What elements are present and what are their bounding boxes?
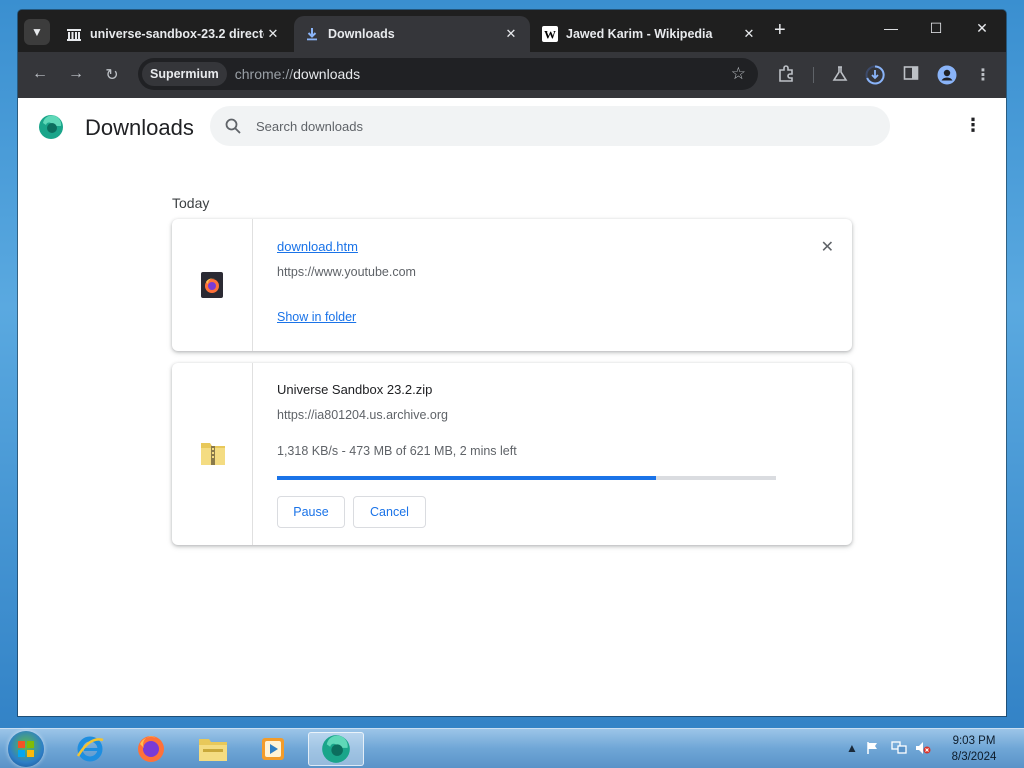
search-input[interactable] [256,118,816,134]
reload-icon[interactable]: ↻ [102,65,122,85]
more-options-icon[interactable]: ⋮ [964,116,982,134]
tab-downloads[interactable]: Downloads ✕ [294,16,530,52]
downloads-progress-icon[interactable] [865,65,885,90]
clock-date: 8/3/2024 [951,751,997,763]
start-button[interactable] [8,731,44,767]
download-item: Universe Sandbox 23.2.zip https://ia8012… [172,363,852,545]
tab-title: Jawed Karim - Wikipedia [566,27,713,41]
system-clock[interactable]: 9:03 PM 8/3/2024 [944,733,1004,765]
show-hidden-icons-icon[interactable]: ▲ [846,741,858,755]
supermium-logo-icon [38,114,64,140]
download-status: 1,318 KB/s - 473 MB of 621 MB, 2 mins le… [277,444,517,458]
maximize-button[interactable]: ☐ [924,20,948,37]
search-icon [224,117,242,135]
show-in-folder-link[interactable]: Show in folder [277,310,356,324]
search-bar[interactable] [210,106,890,146]
archive-icon [66,26,82,42]
svg-text:W: W [544,28,556,42]
firefox-html-file-icon [200,271,224,299]
tab-title: Downloads [328,27,395,41]
side-panel-icon[interactable] [901,65,921,86]
internet-explorer-icon[interactable] [62,732,118,766]
cancel-button[interactable]: Cancel [353,496,426,528]
network-icon[interactable] [891,741,907,758]
media-player-icon[interactable] [245,732,301,766]
profile-avatar-icon[interactable] [937,65,957,90]
new-tab-button[interactable]: + [774,20,786,40]
extensions-icon[interactable] [776,65,796,88]
address-bar[interactable]: Supermium chrome://downloads ☆ [138,58,758,90]
close-window-button[interactable]: ✕ [970,20,994,37]
firefox-icon[interactable] [123,732,179,766]
downloads-page: Downloads ⋮ Today download.htm https://w… [18,98,1006,716]
forward-icon[interactable]: → [66,65,86,83]
tab-wikipedia[interactable]: W Jawed Karim - Wikipedia ✕ [532,16,768,52]
minimize-button[interactable]: — [879,20,903,36]
tab-search-button[interactable]: ▼ [24,19,50,45]
date-group-label: Today [172,195,210,211]
browser-toolbar: ← → ↻ Supermium chrome://downloads ☆ ⋮ [18,52,1006,98]
source-url: https://www.youtube.com [277,265,416,279]
labs-flask-icon[interactable] [830,65,850,88]
profile-chip[interactable]: Supermium [142,62,227,86]
wikipedia-icon: W [542,26,558,42]
pause-button[interactable]: Pause [277,496,345,528]
file-name: Universe Sandbox 23.2.zip [277,382,433,397]
clock-time: 9:03 PM [952,735,996,747]
tab-archive[interactable]: universe-sandbox-23.2 directo ✕ [56,16,292,52]
back-icon[interactable]: ← [30,65,50,83]
volume-muted-icon[interactable] [915,741,931,758]
download-progress-bar [277,476,776,480]
download-icon [304,26,320,42]
file-name-link[interactable]: download.htm [277,239,358,254]
browser-window: ▼ universe-sandbox-23.2 directo ✕ Downlo… [18,10,1006,716]
progress-fill [277,476,657,480]
action-center-flag-icon[interactable] [866,741,880,758]
chevron-down-icon: ▼ [31,25,43,39]
close-icon[interactable]: ✕ [502,26,520,42]
download-item: download.htm https://www.youtube.com Sho… [172,219,852,351]
supermium-taskbar-icon[interactable] [308,732,364,766]
remove-item-close-icon[interactable]: ✕ [821,237,834,257]
browser-menu-icon[interactable]: ⋮ [973,65,993,85]
bookmark-star-icon[interactable]: ☆ [731,64,746,84]
taskbar: ▲ 9:03 PM 8/3/2024 [0,728,1024,768]
zip-folder-icon [200,439,225,467]
source-url: https://ia801204.us.archive.org [277,408,448,422]
tab-strip: ▼ universe-sandbox-23.2 directo ✕ Downlo… [18,10,1006,52]
close-icon[interactable]: ✕ [264,26,282,42]
tab-title: universe-sandbox-23.2 directo [90,27,264,41]
url-text[interactable]: chrome://downloads [235,66,360,82]
page-title: Downloads [85,115,194,140]
close-icon[interactable]: ✕ [740,26,758,42]
toolbar-separator [813,67,814,83]
file-explorer-icon[interactable] [185,732,241,766]
